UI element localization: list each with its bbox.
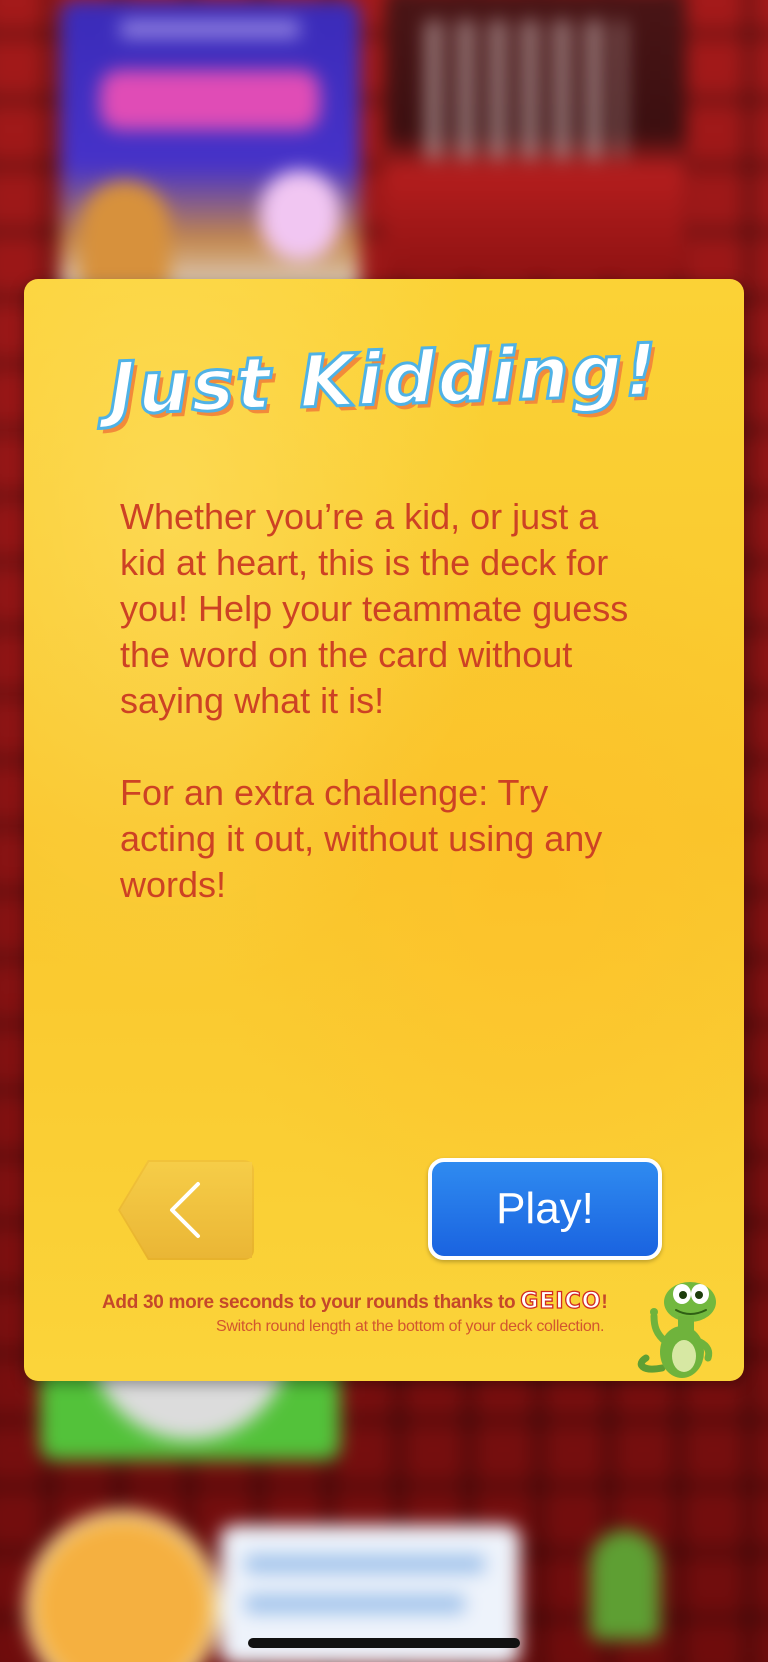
promo-text-main: Add 30 more seconds to your rounds thank… <box>102 1292 516 1313</box>
play-button[interactable]: Play! <box>428 1158 662 1260</box>
background-gecko <box>590 1530 660 1640</box>
chevron-left-icon <box>170 1182 200 1238</box>
geico-logo: GEICO <box>520 1288 602 1314</box>
background-deck-movies <box>385 0 685 280</box>
deck-detail-modal: Just Kidding! Whether you’re a kid, or j… <box>24 279 744 1381</box>
background-badge-orange <box>25 1510 220 1662</box>
gecko-mascot-icon <box>637 1282 716 1378</box>
deck-challenge-paragraph: For an extra challenge: Try acting it ou… <box>120 772 603 905</box>
home-indicator[interactable] <box>248 1638 520 1648</box>
back-button[interactable] <box>118 1160 254 1260</box>
deck-title: Just Kidding! <box>106 326 662 432</box>
promo-subtext: Switch round length at the bottom of you… <box>216 1318 605 1335</box>
background-deck-animals-wild <box>60 0 360 300</box>
promo-exclaim: ! <box>601 1292 608 1313</box>
promo-text: Add 30 more seconds to your rounds thank… <box>102 1288 608 1314</box>
deck-description-paragraph: Whether you’re a kid, or just a kid at h… <box>120 496 629 721</box>
deck-description: Whether you’re a kid, or just a kid at h… <box>120 494 640 908</box>
